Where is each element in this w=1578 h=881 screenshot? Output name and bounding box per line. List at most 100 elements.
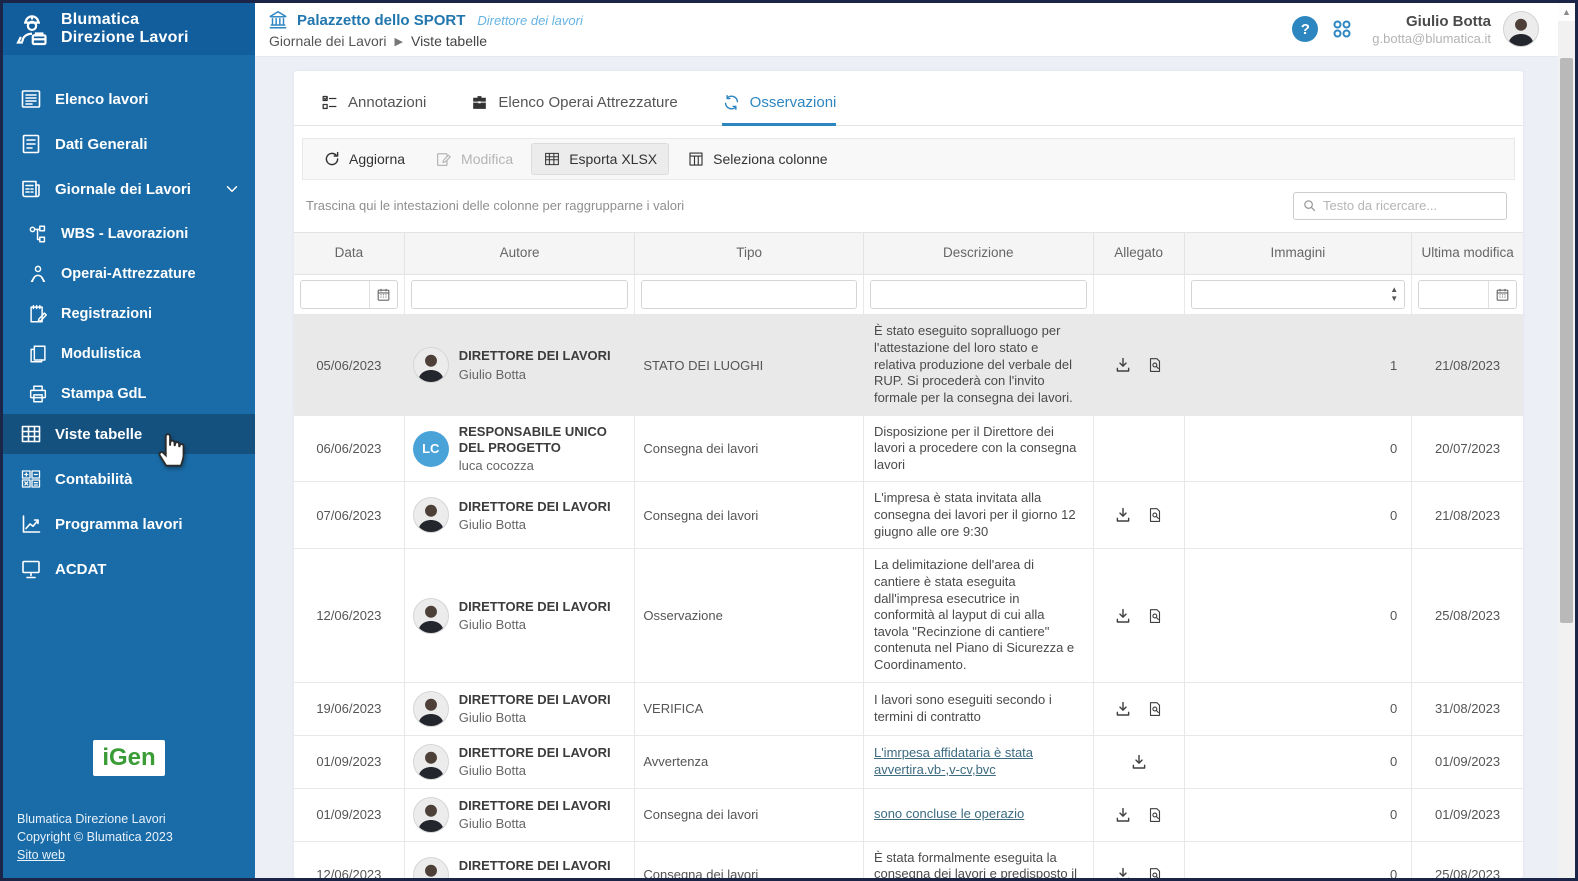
- apps-grid-icon[interactable]: [1330, 17, 1354, 41]
- modifica-button: Modifica: [423, 143, 525, 175]
- cell-immagini: 1: [1184, 315, 1412, 415]
- cell-ultima-modifica: 21/08/2023: [1412, 482, 1523, 549]
- sidebar-item-programma-lavori[interactable]: Programma lavori: [3, 504, 255, 544]
- sidebar-item-label: Programma lavori: [55, 516, 183, 533]
- column-header-allegato[interactable]: Allegato: [1093, 233, 1184, 275]
- scrollbar-thumb[interactable]: [1560, 58, 1573, 623]
- sidebar-item-viste-tabelle[interactable]: Viste tabelle: [3, 414, 255, 454]
- tab-osservazioni[interactable]: Osservazioni: [722, 93, 837, 126]
- cell-descrizione: È stato eseguito sopralluogo per l'attes…: [863, 315, 1093, 415]
- table-row[interactable]: 19/06/2023 DIRETTORE DEI LAVORI Giulio B…: [294, 682, 1523, 735]
- sidebar-item-acdat[interactable]: ACDAT: [3, 549, 255, 589]
- table-row[interactable]: 06/06/2023 LC RESPONSABILE UNICO DEL PRO…: [294, 415, 1523, 482]
- grouping-bar: Trascina qui le intestazioni delle colon…: [294, 180, 1523, 232]
- preview-document-icon[interactable]: [1146, 506, 1164, 524]
- project-title[interactable]: Palazzetto dello SPORT: [297, 12, 465, 29]
- column-header-tipo[interactable]: Tipo: [635, 233, 864, 275]
- download-attachment-icon[interactable]: [1114, 700, 1132, 718]
- chevron-down-icon[interactable]: [223, 180, 241, 198]
- sidebar-item-contabilita[interactable]: Contabilità: [3, 459, 255, 499]
- preview-document-icon[interactable]: [1146, 607, 1164, 625]
- filter-immagini-input[interactable]: [1192, 281, 1387, 308]
- printer-icon: [27, 383, 49, 405]
- preview-document-icon[interactable]: [1146, 806, 1164, 824]
- sidebar-item-giornale-dei-lavori[interactable]: Giornale dei Lavori: [3, 169, 255, 209]
- cell-tipo: Consegna dei lavori: [635, 482, 864, 549]
- help-button[interactable]: ?: [1292, 16, 1318, 42]
- filter-tipo-input[interactable]: [642, 281, 856, 308]
- sidebar-item-wbs-lavorazioni[interactable]: WBS - Lavorazioni: [3, 214, 255, 254]
- cell-descrizione: È stata formalmente eseguita la consegna…: [863, 841, 1093, 878]
- sidebar-item-operai-attrezzature[interactable]: Operai-Attrezzature: [3, 254, 255, 294]
- esporta-xlsx-button[interactable]: Esporta XLSX: [531, 143, 669, 175]
- column-header-ultima-modifica[interactable]: Ultima modifica: [1412, 233, 1523, 275]
- tab-annotazioni[interactable]: Annotazioni: [320, 93, 426, 126]
- calendar-icon[interactable]: [369, 281, 397, 308]
- author-avatar-initials: LC: [413, 431, 449, 467]
- user-avatar[interactable]: [1503, 11, 1539, 47]
- sidebar-item-label: Registrazioni: [61, 306, 152, 322]
- filter-immagini: ▲▼: [1191, 280, 1406, 309]
- table-row[interactable]: 12/06/2023 DIRETTORE DEI LAVORI Giulio B…: [294, 549, 1523, 682]
- download-attachment-icon[interactable]: [1114, 866, 1132, 878]
- filter-ultima-modifica-input[interactable]: [1419, 281, 1488, 308]
- filter-autore: [411, 280, 629, 309]
- sidebar-item-registrazioni[interactable]: Registrazioni: [3, 294, 255, 334]
- table-row[interactable]: 01/09/2023 DIRETTORE DEI LAVORI Giulio B…: [294, 788, 1523, 841]
- author-name: Giulio Botta: [459, 367, 611, 382]
- app-title: Blumatica Direzione Lavori: [61, 11, 189, 48]
- user-info: Giulio Botta g.botta@blumatica.it: [1372, 13, 1491, 47]
- cell-data: 12/06/2023: [294, 549, 404, 682]
- description-link[interactable]: sono concluse le operazio: [874, 806, 1024, 821]
- filter-descrizione-input[interactable]: [871, 281, 1086, 308]
- table-header-row: Data Autore Tipo Descrizione Allegato Im…: [294, 233, 1523, 275]
- preview-document-icon[interactable]: [1146, 700, 1164, 718]
- seleziona-colonne-button[interactable]: Seleziona colonne: [675, 143, 839, 175]
- preview-document-icon[interactable]: [1146, 866, 1164, 878]
- download-attachment-icon[interactable]: [1114, 607, 1132, 625]
- download-attachment-icon[interactable]: [1114, 806, 1132, 824]
- description-text: I lavori sono eseguiti secondo i termini…: [874, 692, 1052, 724]
- footer-product-name: Blumatica Direzione Lavori: [3, 810, 255, 828]
- sidebar-item-modulistica[interactable]: Modulistica: [3, 334, 255, 374]
- tab-elenco-operai-attrezzature[interactable]: Elenco Operai Attrezzature: [470, 93, 677, 126]
- column-header-data[interactable]: Data: [294, 233, 404, 275]
- vertical-scrollbar[interactable]: ▲: [1558, 3, 1575, 878]
- description-link[interactable]: L'imrpesa affidataria è stata avvertira.…: [874, 745, 1033, 777]
- preview-document-icon[interactable]: [1146, 356, 1164, 374]
- breadcrumb-parent[interactable]: Giornale dei Lavori: [269, 33, 387, 49]
- download-attachment-icon[interactable]: [1130, 753, 1148, 771]
- table-row[interactable]: 07/06/2023 DIRETTORE DEI LAVORI Giulio B…: [294, 482, 1523, 549]
- app-logo: Blumatica Direzione Lavori: [3, 3, 255, 55]
- filter-autore-input[interactable]: [412, 281, 628, 308]
- search-input[interactable]: [1323, 198, 1498, 213]
- cell-data: 06/06/2023: [294, 415, 404, 482]
- sidebar-item-label: Giornale dei Lavori: [55, 181, 191, 198]
- column-header-immagini[interactable]: Immagini: [1184, 233, 1412, 275]
- user-name: Giulio Botta: [1372, 13, 1491, 31]
- author-name: Giulio Botta: [459, 617, 611, 632]
- download-attachment-icon[interactable]: [1114, 506, 1132, 524]
- filter-data-input[interactable]: [301, 281, 369, 308]
- spinner-up-down-icon[interactable]: ▲▼: [1386, 286, 1404, 304]
- sidebar-item-dati-generali[interactable]: Dati Generali: [3, 124, 255, 164]
- cell-descrizione: La delimitazione dell'area di cantiere è…: [863, 549, 1093, 682]
- sidebar-item-stampa-gdl[interactable]: Stampa GdL: [3, 374, 255, 414]
- column-header-autore[interactable]: Autore: [404, 233, 635, 275]
- author-avatar: [413, 857, 449, 878]
- aggiorna-button[interactable]: Aggiorna: [311, 143, 417, 175]
- download-attachment-icon[interactable]: [1114, 356, 1132, 374]
- footer-website-link[interactable]: Sito web: [3, 846, 255, 864]
- table-row[interactable]: 05/06/2023 DIRETTORE DEI LAVORI Giulio B…: [294, 315, 1523, 415]
- author-name: Giulio Botta: [459, 763, 611, 778]
- cell-allegato: [1093, 841, 1184, 878]
- calendar-icon[interactable]: [1488, 281, 1516, 308]
- edit-icon: [435, 150, 453, 168]
- scrollbar-up-icon[interactable]: ▲: [1558, 3, 1575, 21]
- column-header-descrizione[interactable]: Descrizione: [863, 233, 1093, 275]
- author-role: DIRETTORE DEI LAVORI: [459, 798, 611, 814]
- sidebar-item-elenco-lavori[interactable]: Elenco lavori: [3, 79, 255, 119]
- refresh-icon: [323, 150, 341, 168]
- table-row[interactable]: 01/09/2023 DIRETTORE DEI LAVORI Giulio B…: [294, 735, 1523, 788]
- table-row[interactable]: 12/06/2023 DIRETTORE DEI LAVORI Giulio B…: [294, 841, 1523, 878]
